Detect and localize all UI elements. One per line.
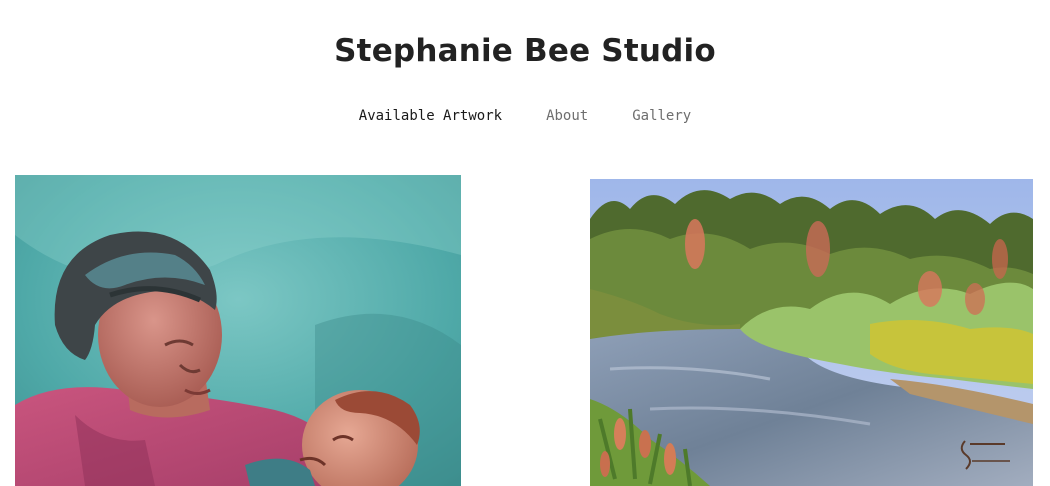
artwork-grandmother-baby[interactable] [15,175,461,486]
nav-item-gallery[interactable]: Gallery [632,104,691,128]
river-landscape-painting-image [590,179,1033,486]
nav-item-available-artwork[interactable]: Available Artwork [359,104,502,128]
main-nav: Available Artwork About Gallery [0,104,1050,128]
nav-item-about[interactable]: About [546,104,588,128]
site-title[interactable]: Stephanie Bee Studio [0,30,1050,72]
grandmother-baby-painting-image [15,175,461,486]
artwork-river-landscape[interactable] [590,179,1033,486]
